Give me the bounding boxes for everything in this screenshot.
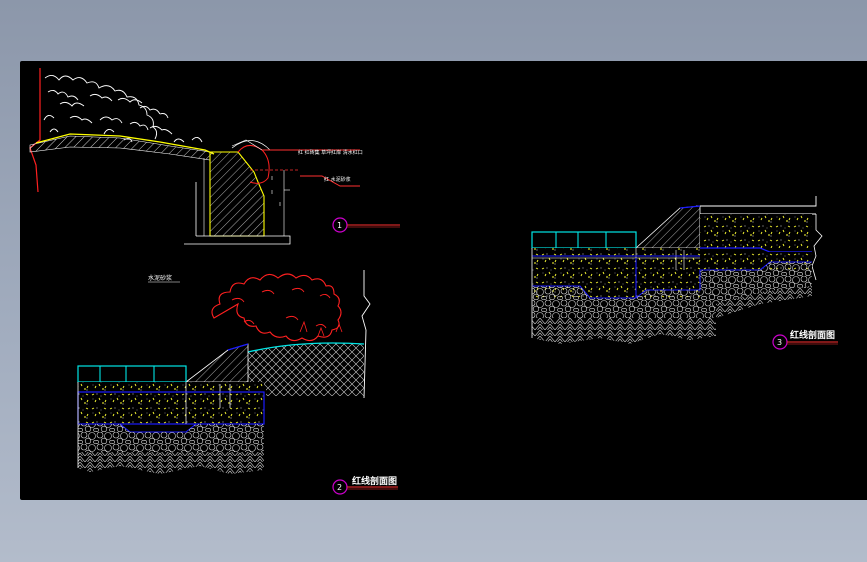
section-2-title: 红线剖面图: [352, 475, 397, 487]
section-3-marker-number: 3: [777, 338, 782, 347]
section-3-title: 红线剖面图: [790, 329, 835, 341]
cad-canvas[interactable]: 红 红砖集 草坪红岸 清水红口 红 水泥砂浆 1 水泥砂浆 红线剖面图 2 红线…: [20, 61, 867, 500]
section-2-drawing: [77, 270, 398, 495]
section-3-drawing: [531, 196, 838, 350]
section-3-paving: [531, 231, 637, 249]
section-1-note-top: 红 红砖集 草坪红岸 清水红口: [298, 149, 363, 156]
section-2-marker-number: 2: [337, 483, 342, 492]
section-1-marker-number: 1: [337, 221, 342, 230]
section-2-paving: [77, 365, 187, 383]
drawing-viewport[interactable]: 红 红砖集 草坪红岸 清水红口 红 水泥砂浆 1 水泥砂浆 红线剖面图 2 红线…: [20, 61, 867, 500]
section-2-label-above: 水泥砂浆: [148, 274, 172, 282]
section-1-drawing: [29, 68, 400, 245]
section-1-note-mid: 红 水泥砂浆: [324, 176, 351, 183]
